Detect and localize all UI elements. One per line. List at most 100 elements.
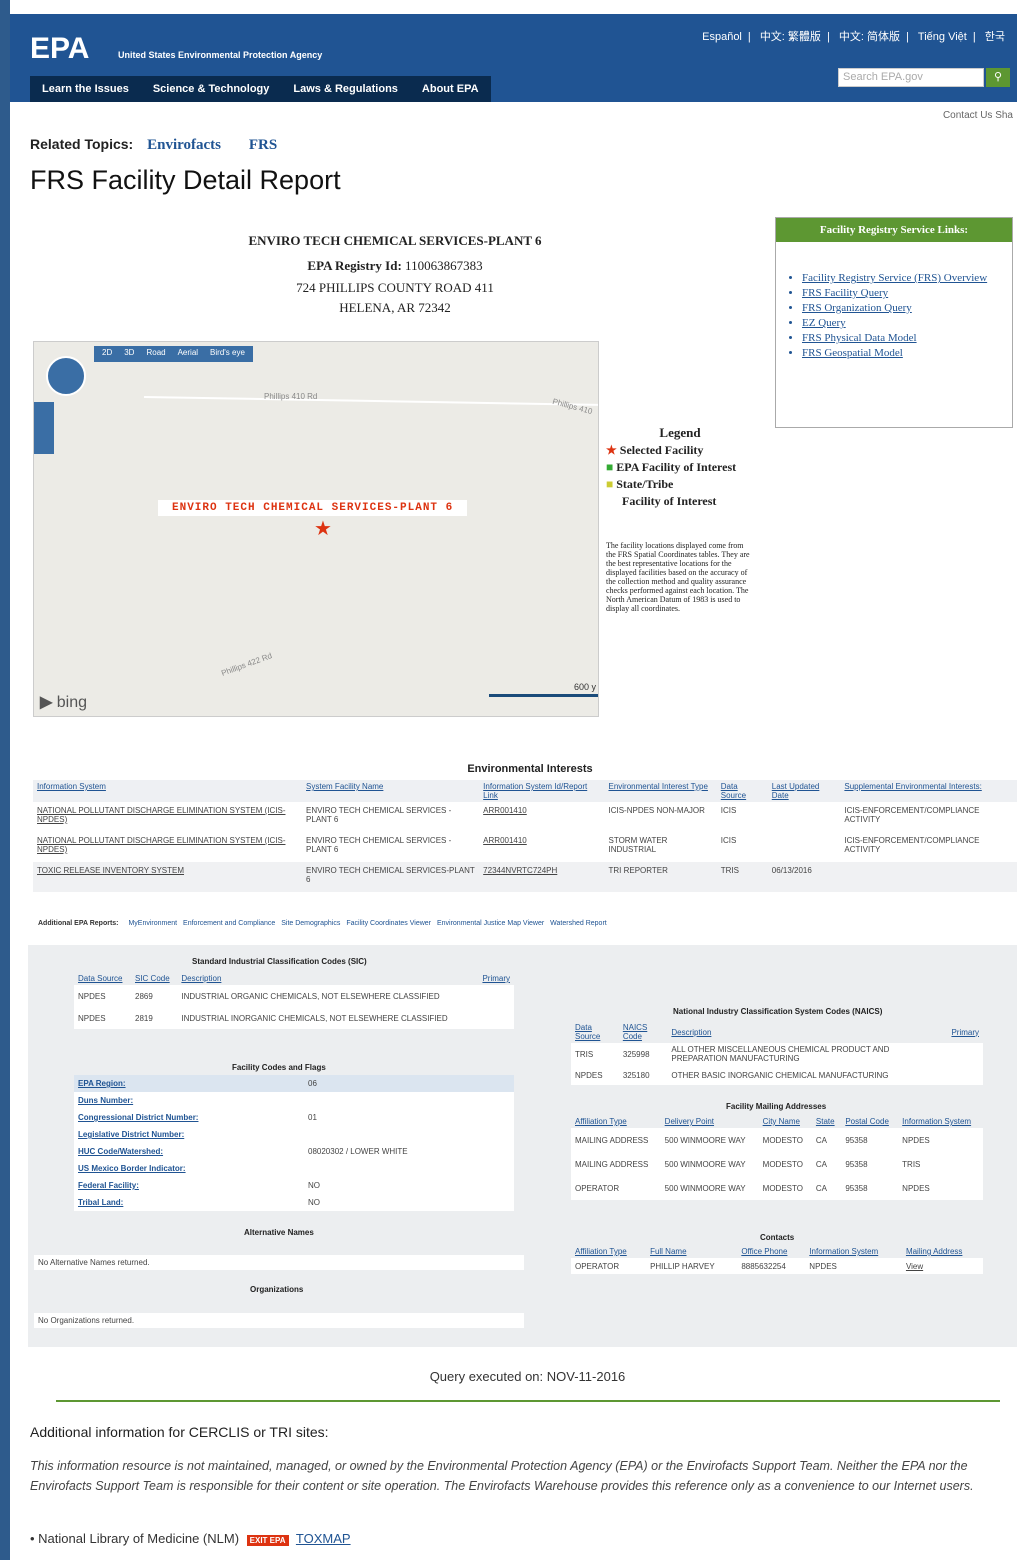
flag-label[interactable]: Congressional District Number: (74, 1109, 304, 1126)
nav-about[interactable]: About EPA (410, 76, 491, 102)
flag-label[interactable]: Tribal Land: (74, 1194, 304, 1211)
flag-label[interactable]: HUC Code/Watershed: (74, 1143, 304, 1160)
nav-learn-issues[interactable]: Learn the Issues (30, 76, 141, 102)
report-link[interactable]: Enforcement and Compliance (183, 920, 275, 927)
flag-label[interactable]: Legislative District Number: (74, 1126, 304, 1143)
frs-link[interactable]: FRS Physical Data Model (802, 332, 1012, 344)
column-header[interactable]: Affiliation Type (571, 1245, 646, 1258)
lang-link[interactable]: 中文: 繁體版 (760, 31, 821, 43)
column-header[interactable]: SIC Code (131, 972, 177, 985)
column-header[interactable]: Supplemental Environmental Interests: (840, 780, 1017, 802)
table-row: OPERATOR 500 WINMOORE WAY MODESTO CA 95358 NP… (571, 1176, 983, 1200)
column-header[interactable]: State (812, 1115, 841, 1128)
column-header[interactable]: Mailing Address (902, 1245, 983, 1258)
map-3d-button[interactable]: 3D (124, 348, 134, 360)
table-row: US Mexico Border Indicator: (74, 1160, 514, 1177)
column-header[interactable]: Office Phone (737, 1245, 805, 1258)
table-row: TOXIC RELEASE INVENTORY SYSTEM ENVIRO TE… (33, 862, 1017, 892)
table-row: Federal Facility: NO (74, 1177, 514, 1194)
column-header[interactable]: Information System Id/Report Link (479, 780, 605, 802)
naics-table: Data Source NAICS Code Description Prima… (571, 1021, 983, 1085)
column-header[interactable]: Description (177, 972, 475, 985)
report-link[interactable]: Watershed Report (550, 920, 607, 927)
related-link-envirofacts[interactable]: Envirofacts (147, 137, 221, 153)
toxmap-link[interactable]: TOXMAP (296, 1531, 351, 1546)
column-header[interactable]: Data Source (74, 972, 131, 985)
column-header[interactable]: Postal Code (841, 1115, 898, 1128)
map-birdseye-button[interactable]: Bird's eye (210, 348, 245, 360)
map-2d-button[interactable]: 2D (102, 348, 112, 360)
agency-name: United States Environmental Protection A… (118, 50, 323, 60)
flag-value: 08020302 / LOWER WHITE (304, 1143, 514, 1160)
column-header[interactable]: System Facility Name (302, 780, 480, 802)
column-header[interactable]: Last Updated Date (767, 780, 841, 802)
table-cell[interactable]: NATIONAL POLLUTANT DISCHARGE ELIMINATION… (33, 832, 302, 862)
view-link[interactable]: View (901, 1258, 983, 1274)
column-header[interactable]: Full Name (646, 1245, 737, 1258)
site-header: EPA United States Environmental Protecti… (10, 14, 1017, 102)
search-input[interactable]: Search EPA.gov (838, 68, 984, 87)
table-cell[interactable]: NATIONAL POLLUTANT DISCHARGE ELIMINATION… (33, 802, 302, 832)
column-header[interactable]: Description (667, 1021, 947, 1043)
frs-link[interactable]: FRS Organization Query (802, 302, 1012, 314)
frs-link[interactable]: FRS Geospatial Model (802, 347, 1012, 359)
column-header[interactable]: Primary (475, 972, 514, 985)
lang-link[interactable]: Español (702, 31, 742, 43)
column-header[interactable]: Information System (898, 1115, 983, 1128)
report-link[interactable]: MyEnvironment (128, 920, 177, 927)
details-panel: Standard Industrial Classification Codes… (28, 945, 1017, 1347)
frs-link[interactable]: FRS Facility Query (802, 287, 1012, 299)
flag-label[interactable]: EPA Region: (74, 1075, 304, 1092)
map-aerial-button[interactable]: Aerial (178, 348, 198, 360)
column-header[interactable]: City Name (759, 1115, 812, 1128)
flag-label[interactable]: Duns Number: (74, 1092, 304, 1109)
column-header[interactable]: Primary (947, 1021, 983, 1043)
report-link[interactable]: Facility Coordinates Viewer (346, 920, 431, 927)
additional-reports: Additional EPA Reports: MyEnvironment En… (38, 920, 611, 927)
table-cell[interactable]: ARR001410 (479, 802, 604, 832)
epa-logo[interactable]: EPA (30, 32, 89, 66)
table-cell: MAILING ADDRESS (571, 1128, 661, 1152)
table-cell: 500 WINMOORE WAY (660, 1176, 759, 1200)
report-link[interactable]: Environmental Justice Map Viewer (437, 920, 544, 927)
column-header[interactable]: Data Source (571, 1021, 619, 1043)
table-cell: MAILING ADDRESS (571, 1152, 661, 1176)
compass-icon[interactable] (46, 356, 86, 396)
column-header[interactable]: Environmental Interest Type (604, 780, 717, 802)
table-row: EPA Region: 06 (74, 1075, 514, 1092)
related-label: Related Topics: (30, 136, 134, 152)
frs-link[interactable]: Facility Registry Service (FRS) Overview (802, 272, 1012, 284)
utility-links[interactable]: Contact Us Sha (943, 110, 1013, 121)
zoom-controls[interactable] (34, 402, 54, 454)
column-header[interactable]: Data Source (716, 780, 768, 802)
map-road-button[interactable]: Road (146, 348, 165, 360)
table-cell[interactable]: ARR001410 (479, 832, 604, 862)
table-row: NATIONAL POLLUTANT DISCHARGE ELIMINATION… (33, 802, 1017, 832)
table-cell: MODESTO (758, 1128, 812, 1152)
facility-map[interactable]: 2D 3D Road Aerial Bird's eye Phillips 41… (33, 341, 599, 717)
flag-label[interactable]: US Mexico Border Indicator: (74, 1160, 304, 1177)
table-cell[interactable]: TOXIC RELEASE INVENTORY SYSTEM (33, 862, 303, 892)
mailing-table: Affiliation Type Delivery Point City Nam… (571, 1115, 983, 1200)
exit-epa-icon: EXIT EPA (246, 1535, 289, 1546)
column-header[interactable]: Affiliation Type (571, 1115, 661, 1128)
nav-science[interactable]: Science & Technology (141, 76, 282, 102)
selected-facility-star-icon[interactable]: ★ (314, 516, 332, 541)
lang-link[interactable]: 中文: 简体版 (839, 31, 900, 43)
column-header[interactable]: NAICS Code (619, 1021, 668, 1043)
table-cell[interactable]: 72344NVRTC724PH (479, 862, 605, 892)
lang-link[interactable]: Tiếng Việt (918, 31, 967, 43)
column-header[interactable]: Information System (805, 1245, 902, 1258)
column-header[interactable]: Information System (33, 780, 303, 802)
nav-laws[interactable]: Laws & Regulations (281, 76, 410, 102)
bing-logo: ▶ bing (40, 694, 88, 711)
related-link-frs[interactable]: FRS (249, 137, 277, 153)
search-button[interactable]: ⚲ (986, 68, 1010, 87)
lang-link[interactable]: 한국 (985, 31, 1005, 43)
frs-link[interactable]: EZ Query (802, 317, 1012, 329)
report-link[interactable]: Site Demographics (281, 920, 340, 927)
frs-links-title: Facility Registry Service Links: (776, 218, 1012, 242)
column-header[interactable]: Delivery Point (661, 1115, 759, 1128)
additional-reports-label: Additional EPA Reports: (38, 920, 119, 927)
flag-label[interactable]: Federal Facility: (74, 1177, 304, 1194)
